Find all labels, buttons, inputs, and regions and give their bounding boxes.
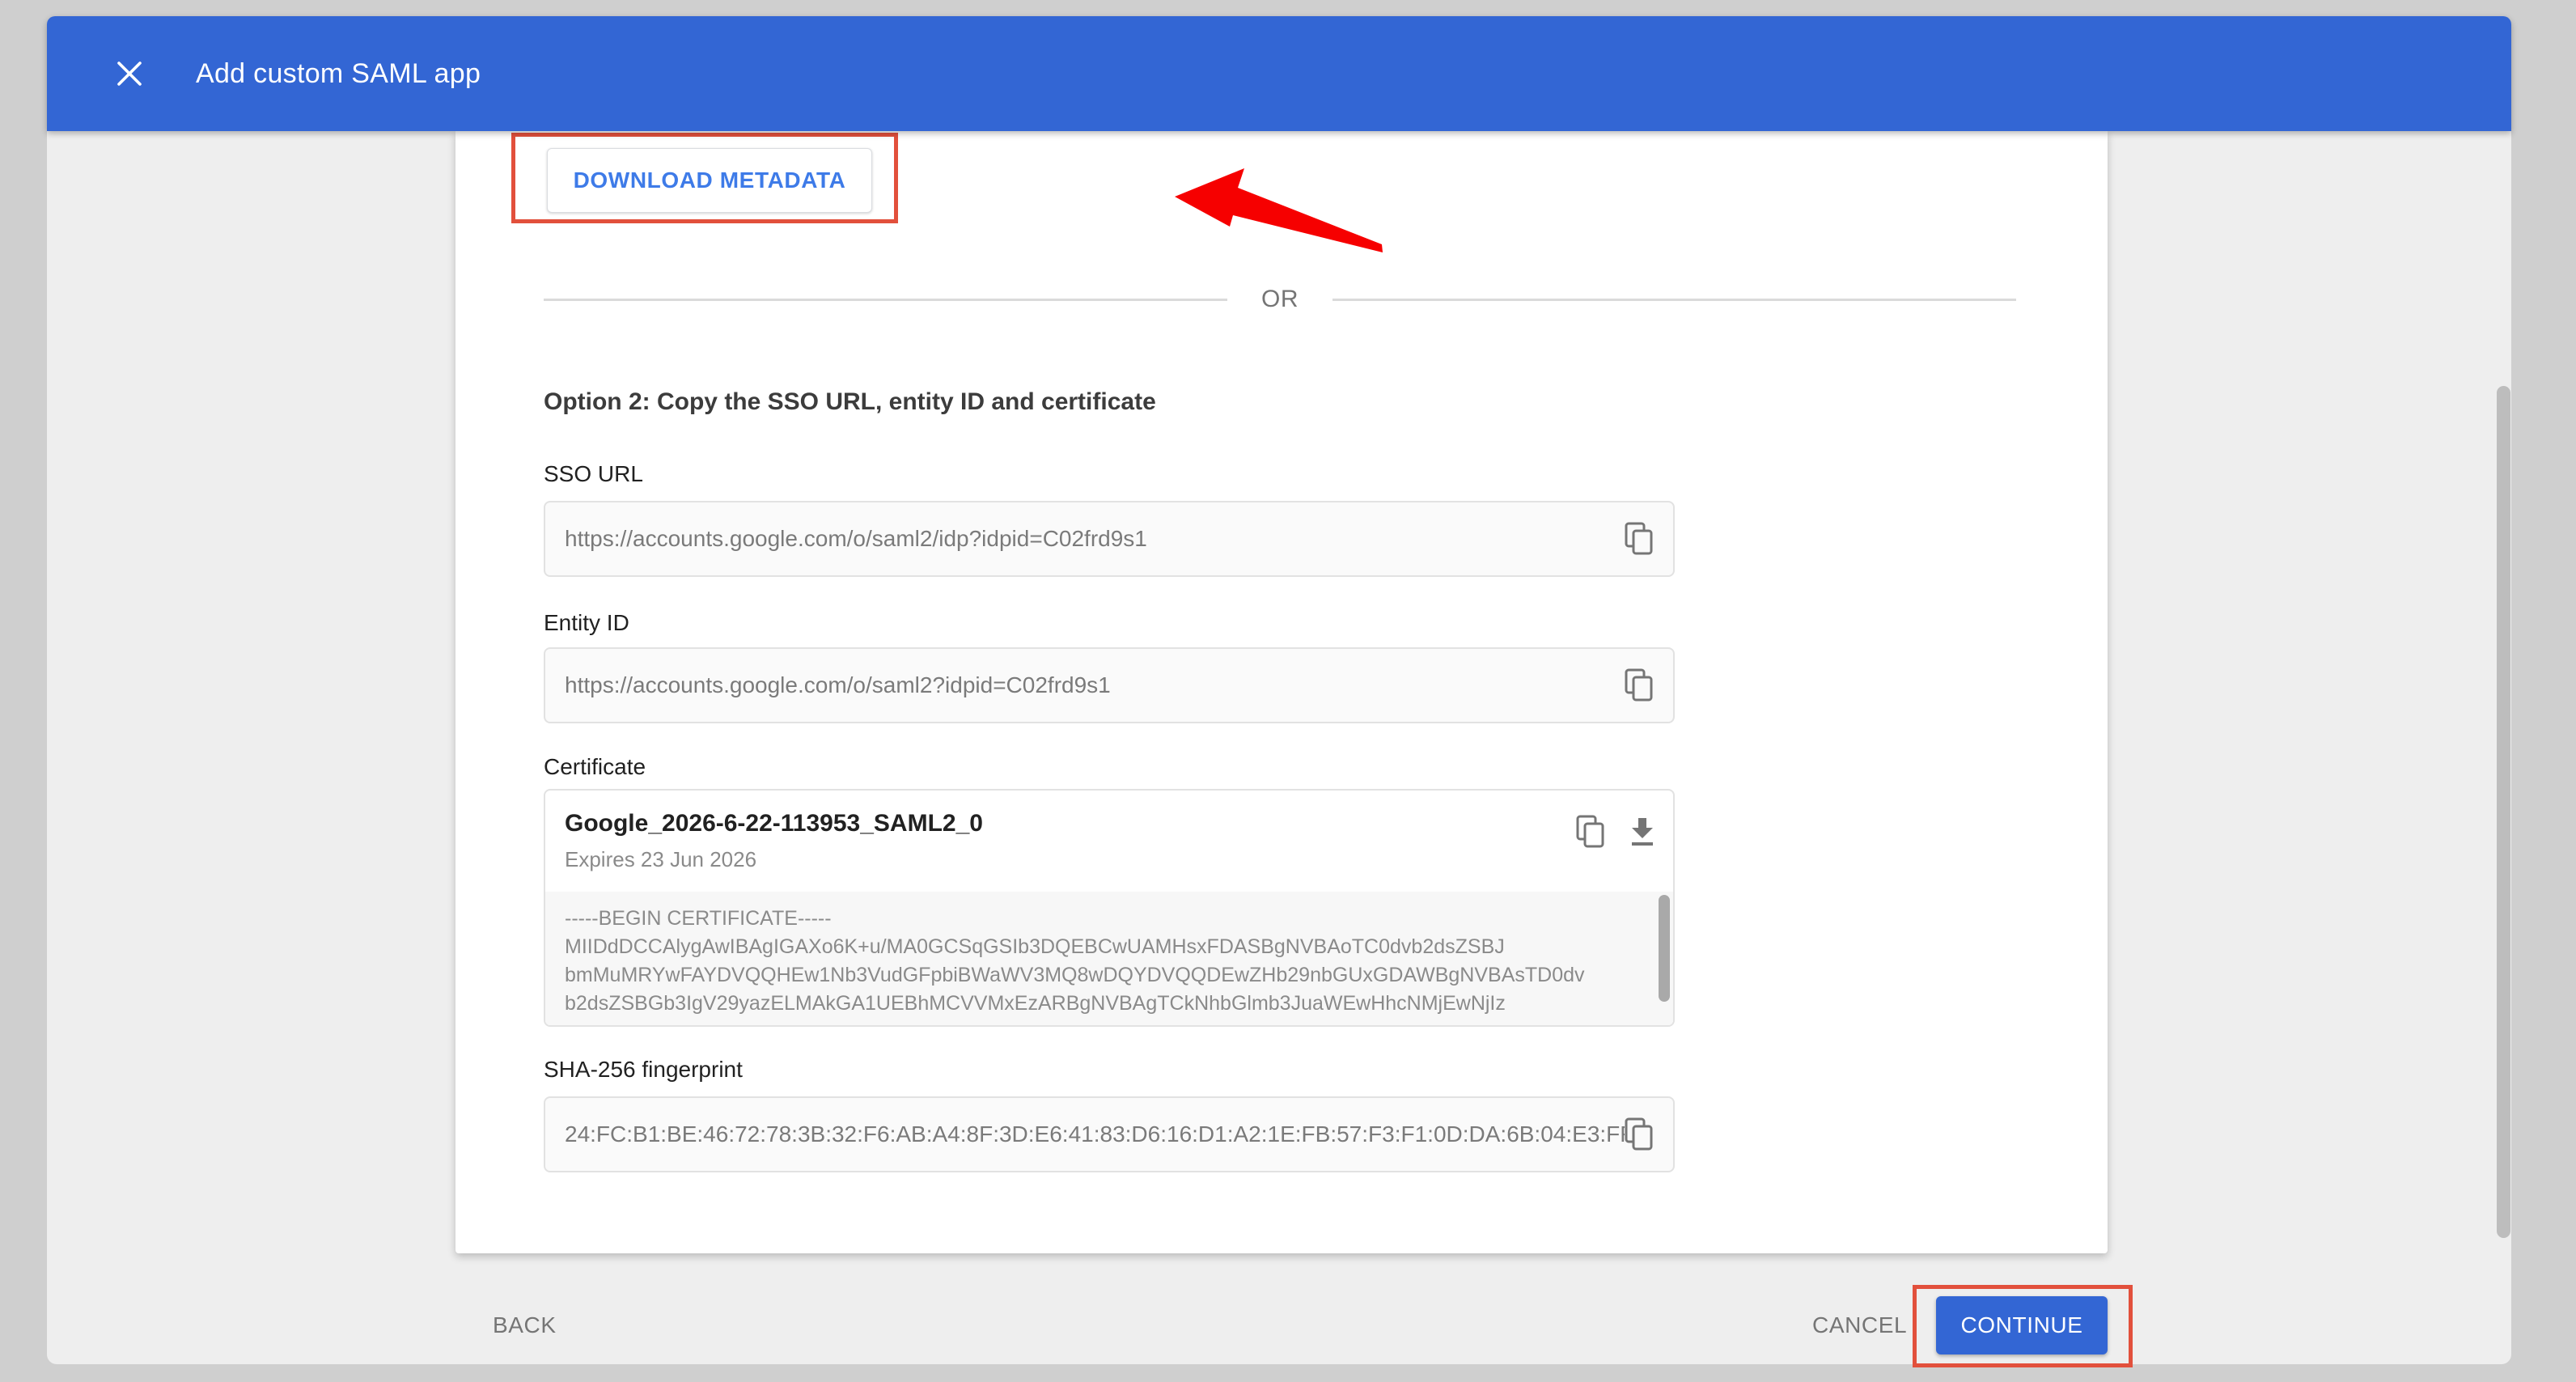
certificate-scrollbar-thumb[interactable] [1659, 895, 1670, 1002]
certificate-header: Google_2026-6-22-113953_SAML2_0 Expires … [545, 791, 1673, 892]
certificate-name: Google_2026-6-22-113953_SAML2_0 [565, 810, 1673, 837]
certificate-pem-area[interactable]: -----BEGIN CERTIFICATE----- MIIDdDCCAlyg… [545, 892, 1673, 1027]
option2-heading: Option 2: Copy the SSO URL, entity ID an… [544, 388, 1156, 416]
pem-line: MIIDdDCCAlygAwIBAgIGAXo6K+u/MA0GCSqGSIb3… [565, 933, 1641, 961]
or-label: OR [1227, 286, 1332, 313]
pem-line: bmMuMRYwFAYDVQQHEw1Nb3VudGFpbiBWaWV3MQ8w… [565, 961, 1641, 990]
sso-url-label: SSO URL [544, 461, 643, 487]
sso-url-field: https://accounts.google.com/o/saml2/idp?… [544, 501, 1675, 577]
divider-line-left [544, 299, 1227, 301]
cancel-button[interactable]: CANCEL [1812, 1312, 1907, 1338]
copy-icon[interactable] [1625, 1117, 1654, 1151]
download-icon[interactable] [1628, 815, 1657, 849]
add-saml-app-dialog: Add custom SAML app DOWNLOAD METADATA OR… [47, 16, 2511, 1364]
divider-line-right [1332, 299, 2016, 301]
copy-icon[interactable] [1576, 815, 1605, 849]
dialog-title: Add custom SAML app [196, 58, 481, 90]
certificate-expiry: Expires 23 Jun 2026 [565, 847, 1673, 872]
sha256-value: 24:FC:B1:BE:46:72:78:3B:32:F6:AB:A4:8F:3… [565, 1121, 1625, 1147]
entity-id-field: https://accounts.google.com/o/saml2?idpi… [544, 647, 1675, 723]
back-button[interactable]: BACK [493, 1312, 557, 1338]
copy-icon[interactable] [1625, 668, 1654, 702]
content-card: DOWNLOAD METADATA OR Option 2: Copy the … [455, 131, 2108, 1253]
pem-line: b2dsZSBGb3IgV29yazELMAkGA1UEBhMCVVMxEzAR… [565, 990, 1641, 1018]
sha256-label: SHA-256 fingerprint [544, 1057, 743, 1083]
certificate-label: Certificate [544, 754, 646, 780]
pem-line: -----BEGIN CERTIFICATE----- [565, 905, 1641, 933]
sso-url-value: https://accounts.google.com/o/saml2/idp?… [565, 526, 1625, 552]
continue-button[interactable]: CONTINUE [1936, 1296, 2108, 1354]
dialog-scrollbar-thumb[interactable] [2497, 386, 2510, 1238]
close-icon[interactable] [113, 57, 146, 90]
download-metadata-button[interactable]: DOWNLOAD METADATA [547, 148, 872, 213]
annotation-arrow [1165, 162, 1400, 267]
entity-id-value: https://accounts.google.com/o/saml2?idpi… [565, 672, 1625, 698]
dialog-header: Add custom SAML app [47, 16, 2511, 131]
or-divider: OR [544, 282, 2016, 317]
entity-id-label: Entity ID [544, 610, 629, 636]
certificate-card: Google_2026-6-22-113953_SAML2_0 Expires … [544, 789, 1675, 1027]
sha256-field: 24:FC:B1:BE:46:72:78:3B:32:F6:AB:A4:8F:3… [544, 1096, 1675, 1172]
copy-icon[interactable] [1625, 522, 1654, 556]
